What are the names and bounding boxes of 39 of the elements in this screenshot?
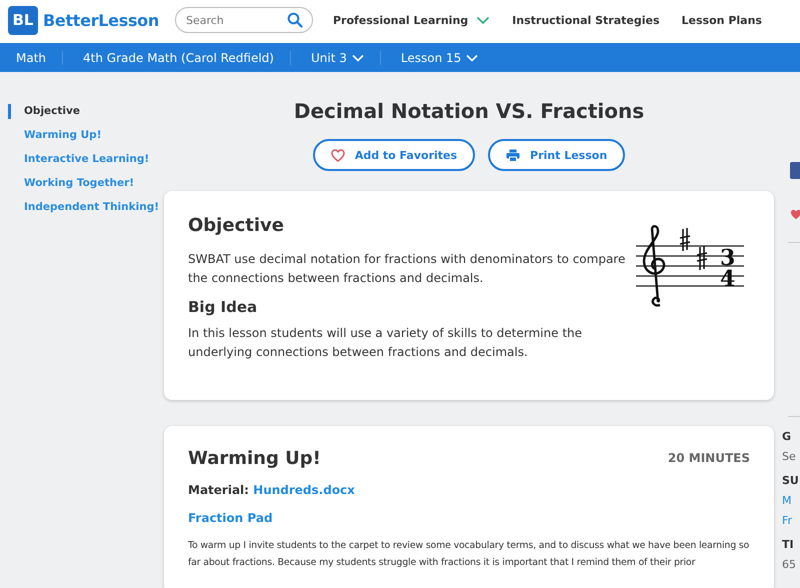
heart-icon[interactable]	[790, 209, 800, 220]
search-field[interactable]: Search	[174, 7, 313, 33]
breadcrumb-link[interactable]: Unit 3	[302, 50, 381, 64]
objective-text: SWBAT use decimal notation for fractions with denominators to compare the connections between fractions and decimals.	[188, 251, 626, 287]
logo-text[interactable]: BetterLesson	[43, 10, 159, 30]
resource-link[interactable]: Fraction Pad	[188, 511, 750, 525]
sidebar-link[interactable]: Independent Thinking!	[8, 200, 164, 215]
breadcrumb-link[interactable]: Lesson 15	[392, 50, 494, 64]
sidebar-link[interactable]: Interactive Learning!	[8, 152, 164, 167]
info-label: TI	[782, 538, 794, 551]
info-label: G	[782, 430, 792, 443]
sidebar-link[interactable]: Working Together!	[8, 176, 164, 191]
favorite-button[interactable]: Add to Favorites	[312, 139, 476, 171]
duration-label: 20 MINUTES	[668, 451, 750, 465]
sidebar-link[interactable]: Objective	[8, 104, 164, 119]
print-button[interactable]: Print Lesson	[488, 139, 626, 171]
section-heading: Warming Up!	[188, 448, 321, 469]
big-idea-text: In this lesson students will use a variety of skills to determine the underlying connections between fractions and decimals.	[188, 325, 584, 361]
logo-mark[interactable]: BL	[8, 6, 38, 34]
sidebar-link[interactable]: Warming Up!	[8, 128, 164, 143]
lesson-title: Decimal Notation VS. Fractions	[292, 99, 646, 123]
warm-up-text: To warm up I invite students to the carpet to review some vocabulary terms, and to discuss what we have been learning so far about fractions. Because my students struggle with fractions it is important that I remind them of their prior	[188, 539, 750, 570]
nav-link[interactable]: Instructional Strategies	[512, 14, 660, 26]
heart-icon	[330, 148, 345, 162]
breadcrumb-link[interactable]: 4th Grade Math (Carol Redfield)	[75, 50, 291, 64]
section-subheading: Big Idea	[188, 298, 258, 316]
info-label: SU	[782, 474, 799, 487]
subject-link[interactable]: M	[782, 494, 792, 507]
nav-link[interactable]: Professional Learning	[332, 14, 490, 26]
breadcrumb-link[interactable]: Math	[8, 50, 64, 64]
subject-link[interactable]: Fr	[782, 514, 792, 527]
info-value: Se	[782, 450, 796, 463]
material-link[interactable]: Hundreds.docx	[253, 483, 355, 497]
search-icon	[286, 12, 303, 28]
printer-icon	[506, 148, 520, 162]
material-label: Material:	[188, 483, 249, 497]
nav-link[interactable]: Lesson Plans	[682, 14, 762, 26]
info-value: 65	[782, 558, 796, 571]
section-heading: Objective	[188, 215, 285, 236]
